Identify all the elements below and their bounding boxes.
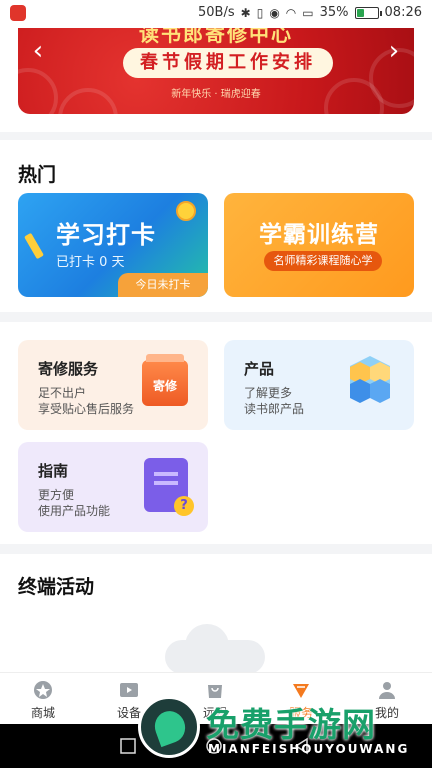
document-icon: ? [144, 458, 194, 516]
product-desc-2: 读书郎产品 [244, 402, 305, 416]
wifi-icon: ◠ [285, 5, 297, 20]
coin-icon [176, 201, 196, 221]
banner-subtitle: 新年快乐 · 瑞虎迎春 [171, 89, 261, 100]
hot-section-title: 热门 [18, 164, 57, 186]
banner-section: 读书郎寄修中心 春节假期工作安排 新年快乐 · 瑞虎迎春 ‹ › [0, 28, 432, 132]
guide-title: 指南 [38, 462, 69, 480]
device-icon [120, 683, 138, 697]
training-camp-title: 学霸训练营 [259, 222, 379, 248]
tab-remote[interactable]: 远程 [172, 673, 258, 725]
study-checkin-card[interactable]: 学习打卡 已打卡 0 天 今日未打卡 [18, 193, 208, 297]
recents-button-icon[interactable] [118, 736, 138, 756]
eye-comfort-icon: ◉ [269, 5, 280, 20]
remote-icon [208, 685, 222, 698]
tab-shop-label: 商城 [30, 706, 55, 720]
guide-desc-1: 更方便 [38, 488, 75, 502]
repair-service-desc-1: 足不出户 [38, 386, 87, 400]
bluetooth-icon: ✱ [240, 5, 251, 20]
banner-prev-arrow-icon[interactable]: ‹ [26, 36, 50, 66]
product-title: 产品 [244, 360, 275, 378]
bottom-tab-bar: 商城 设备 远程 服务 我的 [0, 672, 432, 724]
repair-service-desc-2: 享受贴心售后服务 [38, 402, 135, 416]
status-bar: 50B/s ✱ ▯ ◉ ◠ ▭ 35% 08:26 [0, 0, 432, 28]
question-icon: ? [174, 496, 194, 516]
service-icon [293, 684, 309, 698]
sim-icon: ▭ [302, 5, 314, 20]
status-right: 50B/s ✱ ▯ ◉ ◠ ▭ 35% 08:26 [198, 5, 422, 20]
terminal-activity-section: 终端活动 [0, 554, 432, 674]
pencil-icon [24, 232, 44, 260]
shop-icon [34, 681, 52, 699]
tab-profile-label: 我的 [374, 706, 399, 720]
repair-service-title: 寄修服务 [38, 360, 99, 378]
banner-next-arrow-icon[interactable]: › [382, 36, 406, 66]
battery-icon [354, 6, 382, 19]
cubes-icon [350, 356, 390, 403]
banner-title: 春节假期工作安排 [123, 48, 333, 78]
hot-section: 热门 学习打卡 已打卡 0 天 今日未打卡 学霸训练营 名师精彩课程随心学 [0, 140, 432, 312]
home-button-icon[interactable] [204, 736, 224, 756]
study-checkin-title: 学习打卡 [56, 221, 156, 249]
study-checkin-days: 已打卡 0 天 [56, 255, 125, 270]
repair-service-card[interactable]: 寄修服务 足不出户 享受贴心售后服务 寄修 [18, 340, 208, 430]
tab-device[interactable]: 设备 [86, 673, 172, 725]
tab-service[interactable]: 服务 [258, 673, 344, 725]
training-camp-subtitle: 名师精彩课程随心学 [264, 251, 382, 271]
repair-box-icon: 寄修 [142, 354, 188, 406]
tab-remote-label: 远程 [202, 706, 227, 720]
guide-card[interactable]: 指南 更方便 使用产品功能 ? [18, 442, 208, 532]
tab-service-label: 服务 [288, 706, 313, 720]
battery-percent: 35% [319, 5, 349, 20]
tab-profile[interactable]: 我的 [344, 673, 430, 725]
study-checkin-status-badge: 今日未打卡 [118, 273, 208, 297]
app-notification-icon [10, 5, 26, 21]
product-desc-1: 了解更多 [244, 386, 293, 400]
banner-top-title: 读书郎寄修中心 [139, 28, 293, 46]
guide-desc-2: 使用产品功能 [38, 504, 111, 518]
profile-icon [379, 682, 395, 699]
back-button-icon[interactable] [292, 736, 312, 756]
battery-level [356, 8, 364, 17]
system-navigation-bar [0, 724, 432, 768]
services-section: 寄修服务 足不出户 享受贴心售后服务 寄修 产品 了解更多 读书郎产品 指南 更… [0, 322, 432, 544]
tab-shop[interactable]: 商城 [0, 673, 86, 725]
product-card[interactable]: 产品 了解更多 读书郎产品 [224, 340, 414, 430]
banner-carousel[interactable]: 读书郎寄修中心 春节假期工作安排 新年快乐 · 瑞虎迎春 ‹ › [18, 28, 414, 114]
network-speed: 50B/s [198, 5, 235, 20]
empty-cloud-icon [165, 624, 265, 674]
tab-device-label: 设备 [116, 706, 141, 720]
vibrate-icon: ▯ [256, 5, 264, 20]
training-camp-card[interactable]: 学霸训练营 名师精彩课程随心学 [224, 193, 414, 297]
terminal-activity-title: 终端活动 [18, 576, 95, 598]
clock: 08:26 [384, 5, 422, 20]
